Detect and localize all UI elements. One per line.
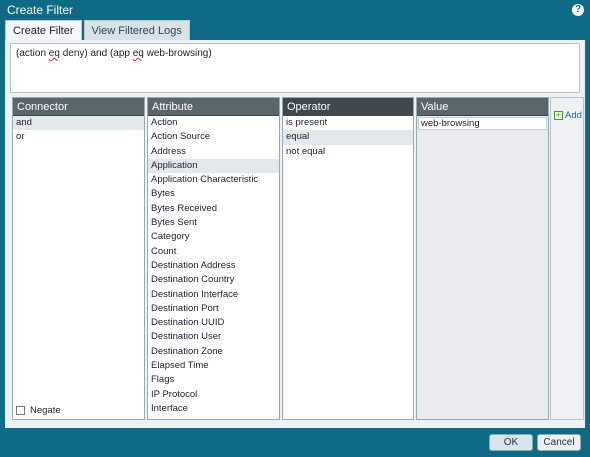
expression-part: deny) and (app [59,48,133,59]
filter-panel: (action eq deny) and (app eq web-browsin… [5,40,585,428]
add-button[interactable]: + Add [554,110,582,121]
negate-checkbox[interactable] [16,406,25,415]
expression-part: (action [16,48,49,59]
value-column: Value web-browsing [416,97,549,420]
attribute-item[interactable]: Destination Address [148,259,279,273]
operator-item[interactable]: not equal [283,145,413,159]
attribute-item[interactable]: Address [148,145,279,159]
add-area: + Add [550,97,584,420]
negate-option[interactable]: Negate [16,405,61,416]
attribute-list: Action Action Source Address Application App… [148,116,279,416]
connector-header: Connector [13,98,144,116]
attribute-item[interactable]: Bytes [148,187,279,201]
ok-button[interactable]: OK [489,434,533,451]
operator-column: Operator is present equal not equal [282,97,414,420]
operator-item[interactable]: is present [283,116,413,130]
attribute-item[interactable]: Bytes Received [148,202,279,216]
attribute-item[interactable]: Destination Country [148,273,279,287]
operator-list: is present equal not equal [283,116,413,159]
expression-operator: eq [132,48,144,59]
tab-bar: Create Filter View Filtered Logs [5,20,192,40]
attribute-item[interactable]: Action Source [148,130,279,144]
attribute-column: Attribute Action Action Source Address Appl… [147,97,280,420]
plus-icon: + [554,110,563,120]
expression-part: web-browsing) [143,48,212,59]
connector-column: Connector and or Negate [12,97,145,420]
cancel-button[interactable]: Cancel [537,434,581,451]
attribute-item[interactable]: Category [148,230,279,244]
connector-item[interactable]: and [13,116,144,131]
tab-create-filter[interactable]: Create Filter [5,20,82,40]
attribute-header: Attribute [148,98,279,116]
add-label: Add [565,110,582,121]
expression-operator: eq [48,48,60,59]
attribute-item[interactable]: Destination Interface [148,288,279,302]
dialog-title: Create Filter [7,3,74,17]
value-header: Value [417,98,548,116]
attribute-item[interactable]: Elapsed Time [148,359,279,373]
attribute-item[interactable]: Count [148,245,279,259]
operator-header: Operator [283,98,413,116]
create-filter-dialog: Create Filter ? Create Filter View Filte… [0,0,590,457]
attribute-item[interactable]: Action [148,116,279,130]
value-input[interactable]: web-browsing [418,117,547,130]
operator-item[interactable]: equal [283,130,413,145]
connector-list: and or [13,116,144,145]
filter-expression-input[interactable]: (action eq deny) and (app eq web-browsin… [10,43,580,93]
tab-view-filtered-logs[interactable]: View Filtered Logs [83,20,190,40]
attribute-item[interactable]: Application Characteristic [148,173,279,187]
attribute-item[interactable]: Interface [148,402,279,416]
attribute-item[interactable]: Destination Zone [148,345,279,359]
attribute-item[interactable]: Destination Port [148,302,279,316]
attribute-item[interactable]: Flags [148,373,279,387]
negate-label: Negate [30,405,61,416]
attribute-item[interactable]: Bytes Sent [148,216,279,230]
connector-item[interactable]: or [13,130,144,144]
attribute-item[interactable]: Destination UUID [148,316,279,330]
attribute-item[interactable]: Destination User [148,330,279,344]
help-icon[interactable]: ? [572,4,584,16]
attribute-item[interactable]: Application [148,158,279,174]
attribute-item[interactable]: IP Protocol [148,388,279,402]
